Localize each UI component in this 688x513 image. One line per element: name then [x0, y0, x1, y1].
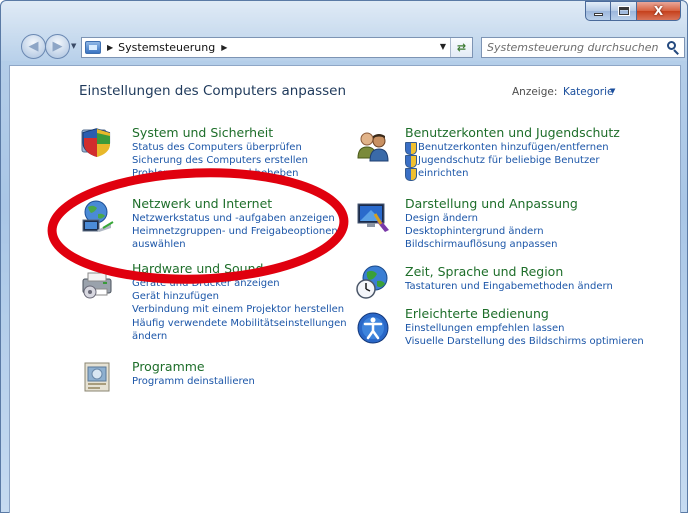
- forward-arrow-icon: ▶: [52, 39, 63, 54]
- close-button[interactable]: X: [637, 1, 681, 21]
- navigation-bar: ◀ ▶ ▼ ▶ Systemsteuerung ▶ ▼ ⇄ Systemsteu…: [1, 31, 688, 61]
- link-probleme-beheben[interactable]: Probleme erkennen und beheben: [132, 167, 308, 180]
- category-programs: Programme Programm deinstallieren: [132, 359, 255, 388]
- link-projektor-verbinden[interactable]: Verbindung mit einem Projektor herstelle…: [132, 303, 347, 316]
- search-input[interactable]: Systemsteuerung durchsuchen: [487, 41, 665, 54]
- breadcrumb-chevron-icon[interactable]: ▶: [107, 43, 113, 52]
- back-arrow-icon: ◀: [28, 39, 39, 54]
- category-heading-network[interactable]: Netzwerk und Internet: [132, 196, 338, 212]
- category-system: System und Sicherheit Status des Compute…: [132, 125, 308, 181]
- breadcrumb-systemsteuerung[interactable]: Systemsteuerung: [118, 41, 215, 54]
- control-panel-window: X ◀ ▶ ▼ ▶ Systemsteuerung ▶ ▼ ⇄ Systemst…: [0, 0, 688, 513]
- printer-icon[interactable]: [79, 265, 115, 301]
- link-bildschirmaufloesung[interactable]: Bildschirmauflösung anpassen: [405, 238, 578, 251]
- minimize-button[interactable]: [585, 1, 611, 21]
- breadcrumb-chevron-icon[interactable]: ▶: [221, 43, 227, 52]
- category-region: Zeit, Sprache und Region Tastaturen und …: [405, 264, 613, 293]
- link-tastaturen-eingabemethoden[interactable]: Tastaturen und Eingabemethoden ändern: [405, 280, 613, 293]
- link-sicherung-erstellen[interactable]: Sicherung des Computers erstellen: [132, 154, 308, 167]
- category-heading-system[interactable]: System und Sicherheit: [132, 125, 308, 141]
- maximize-button[interactable]: [611, 1, 637, 21]
- view-by-dropdown[interactable]: Kategorie: [563, 86, 614, 98]
- search-icon[interactable]: [665, 40, 681, 56]
- category-heading-region[interactable]: Zeit, Sprache und Region: [405, 264, 613, 280]
- category-display: Darstellung und Anpassung Design ändern …: [405, 196, 578, 252]
- back-button[interactable]: ◀: [21, 34, 46, 59]
- link-heimnetzgruppen-freigabe-cont[interactable]: auswählen: [132, 238, 338, 251]
- category-users: Benutzerkonten und Jugendschutz Benutzer…: [405, 125, 620, 182]
- caption-buttons: X: [585, 1, 681, 21]
- link-geraet-hinzufuegen[interactable]: Gerät hinzufügen: [132, 290, 347, 303]
- control-panel-icon: [85, 41, 101, 54]
- link-programm-deinstallieren[interactable]: Programm deinstallieren: [132, 375, 255, 388]
- link-geraete-drucker-anzeigen[interactable]: Geräte und Drucker anzeigen: [132, 277, 347, 290]
- display-icon[interactable]: [355, 198, 391, 234]
- category-heading-programs[interactable]: Programme: [132, 359, 255, 375]
- category-heading-display[interactable]: Darstellung und Anpassung: [405, 196, 578, 212]
- refresh-button[interactable]: ⇄: [450, 38, 472, 57]
- category-heading-users[interactable]: Benutzerkonten und Jugendschutz: [405, 125, 620, 141]
- category-accessibility: Erleichterte Bedienung Einstellungen emp…: [405, 306, 644, 348]
- link-einstellungen-empfehlen[interactable]: Einstellungen empfehlen lassen: [405, 322, 644, 335]
- address-bar[interactable]: ▶ Systemsteuerung ▶ ▼ ⇄: [81, 37, 473, 58]
- main-content: Einstellungen des Computers anpassen Anz…: [9, 65, 681, 513]
- globe-clock-icon[interactable]: [355, 264, 391, 300]
- link-jugendschutz[interactable]: Jugendschutz für beliebige Benutzer: [405, 154, 620, 169]
- close-icon: X: [653, 4, 664, 18]
- link-visuelle-darstellung[interactable]: Visuelle Darstellung des Bildschirms opt…: [405, 335, 644, 348]
- link-desktophintergrund-aendern[interactable]: Desktophintergrund ändern: [405, 225, 578, 238]
- minimize-icon: [593, 12, 603, 16]
- link-mobilitaetseinstellungen-cont[interactable]: ändern: [132, 330, 347, 343]
- category-hardware: Hardware und Sound Geräte und Drucker an…: [132, 261, 347, 343]
- view-by-label: Anzeige:: [512, 86, 558, 98]
- network-globe-icon[interactable]: [79, 198, 115, 234]
- recent-pages-dropdown[interactable]: ▼: [71, 42, 76, 50]
- forward-button[interactable]: ▶: [45, 34, 70, 59]
- link-netzwerkstatus-anzeigen[interactable]: Netzwerkstatus und -aufgaben anzeigen: [132, 212, 338, 225]
- link-benutzerkonten-hinzufuegen[interactable]: Benutzerkonten hinzufügen/entfernen: [405, 141, 620, 156]
- accessibility-icon[interactable]: [355, 310, 391, 346]
- refresh-icon: ⇄: [456, 41, 467, 54]
- view-by-dropdown-arrow-icon[interactable]: ▼: [610, 87, 615, 95]
- link-design-aendern[interactable]: Design ändern: [405, 212, 578, 225]
- users-icon[interactable]: [355, 128, 391, 164]
- category-network: Netzwerk und Internet Netzwerkstatus und…: [132, 196, 338, 252]
- link-jugendschutz-cont[interactable]: einrichten: [405, 167, 620, 182]
- link-status-ueberpruefen[interactable]: Status des Computers überprüfen: [132, 141, 308, 154]
- shield-icon[interactable]: [79, 124, 115, 160]
- address-dropdown-icon[interactable]: ▼: [440, 42, 446, 51]
- link-heimnetzgruppen-freigabe[interactable]: Heimnetzgruppen- und Freigabeoptionen: [132, 225, 338, 238]
- search-box[interactable]: Systemsteuerung durchsuchen: [481, 37, 685, 58]
- page-title: Einstellungen des Computers anpassen: [79, 83, 347, 99]
- category-heading-hardware[interactable]: Hardware und Sound: [132, 261, 347, 277]
- programs-icon[interactable]: [79, 359, 115, 395]
- category-heading-accessibility[interactable]: Erleichterte Bedienung: [405, 306, 644, 322]
- link-mobilitaetseinstellungen[interactable]: Häufig verwendete Mobilitätseinstellunge…: [132, 317, 347, 330]
- maximize-icon: [617, 6, 630, 16]
